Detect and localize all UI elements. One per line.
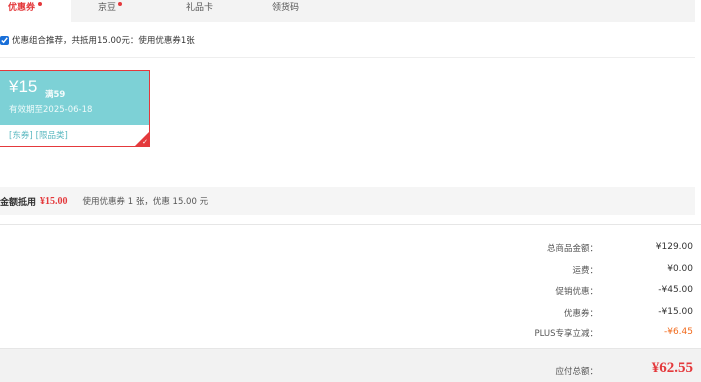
total-value: -¥15.00: [658, 307, 693, 317]
coupon-tag: [东券]: [9, 131, 33, 141]
coupon-header: ¥15 满59 有效期至2025-06-18: [0, 71, 149, 125]
divider: [0, 57, 695, 58]
total-value: ¥0.00: [667, 264, 693, 274]
tab-redeem-code[interactable]: 领货码: [226, 0, 316, 22]
notification-dot-icon: [38, 2, 42, 6]
recommend-text: 优惠组合推荐，共抵用15.00元：使用优惠券1张: [12, 36, 195, 46]
notification-dot-icon: [118, 2, 122, 6]
tab-label: 礼品卡: [186, 3, 214, 13]
payable-label: 应付总额：: [555, 367, 598, 377]
discount-summary-bar: 金额抵用 ¥15.00 使用优惠券 1 张，优惠 15.00 元: [0, 187, 695, 215]
tab-jingdou[interactable]: 京豆: [71, 0, 141, 22]
total-label: 促销优惠：: [555, 287, 598, 297]
tab-label: 京豆: [98, 3, 117, 13]
coupon-condition: 满59: [45, 90, 66, 100]
total-row-plus: PLUS专享立减： -¥6.45: [0, 327, 701, 341]
coupon-card[interactable]: ¥15 满59 有效期至2025-06-18 [东券] [限品类] ✓: [0, 70, 150, 147]
payable-bar: 应付总额： ¥62.55: [0, 348, 701, 382]
divider: [0, 224, 701, 225]
total-value: -¥6.45: [663, 327, 693, 337]
recommend-row[interactable]: 优惠组合推荐，共抵用15.00元：使用优惠券1张: [0, 32, 195, 48]
total-row-coupon: 优惠券： -¥15.00: [0, 307, 701, 321]
payable-total: ¥62.55: [651, 360, 693, 376]
tab-coupons[interactable]: 优惠券: [0, 0, 71, 22]
tab-label: 优惠券: [8, 3, 36, 13]
coupon-tabs: 优惠券 京豆 礼品卡 领货码: [0, 0, 695, 22]
total-row-shipping: 运费： ¥0.00: [0, 264, 701, 278]
discount-amount: ¥15.00: [40, 195, 68, 207]
discount-label: 金额抵用: [0, 197, 37, 208]
discount-note: 使用优惠券 1 张，优惠 15.00 元: [82, 197, 209, 207]
total-value: ¥129.00: [655, 242, 693, 252]
total-row-promotion: 促销优惠： -¥45.00: [0, 285, 701, 299]
total-value: -¥45.00: [658, 285, 693, 295]
total-label: PLUS专享立减：: [534, 329, 598, 339]
total-label: 优惠券：: [563, 309, 598, 319]
checkmark-icon: ✓: [142, 138, 148, 146]
coupon-tag: [限品类]: [35, 131, 68, 141]
coupon-amount: ¥15: [9, 77, 38, 96]
total-row-goods: 总商品金额： ¥129.00: [0, 242, 701, 256]
tab-label: 领货码: [272, 3, 300, 13]
total-label: 运费：: [572, 266, 598, 276]
total-label: 总商品金额：: [546, 244, 598, 254]
tab-gift-card[interactable]: 礼品卡: [141, 0, 226, 22]
coupon-tags: [东券] [限品类]: [9, 129, 71, 141]
recommend-checkbox[interactable]: [0, 35, 9, 45]
coupon-valid-until: 有效期至2025-06-18: [9, 105, 93, 115]
